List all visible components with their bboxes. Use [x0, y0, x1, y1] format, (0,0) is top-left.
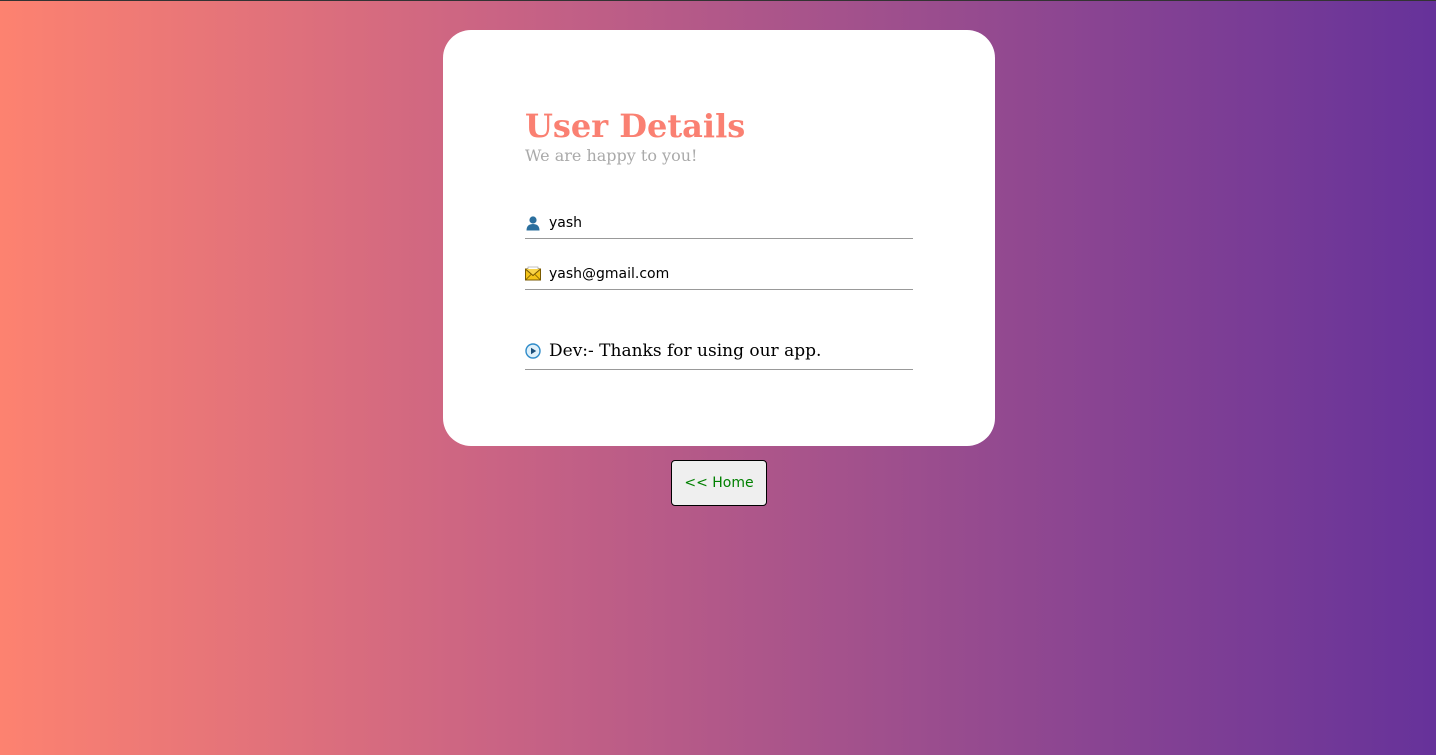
user-icon	[525, 215, 541, 231]
page-subtitle: We are happy to you!	[525, 146, 698, 165]
user-details-card: User Details We are happy to you! yash y…	[443, 30, 995, 446]
email-value: yash@gmail.com	[549, 265, 670, 282]
play-circle-icon	[525, 342, 541, 359]
name-value: yash	[549, 215, 583, 231]
name-field: yash	[525, 208, 913, 239]
message-value: Dev:- Thanks for using our app.	[549, 340, 822, 361]
email-field: yash@gmail.com	[525, 258, 913, 290]
page-title: User Details	[525, 107, 746, 145]
home-button[interactable]: << Home	[671, 460, 767, 506]
envelope-icon	[525, 266, 541, 282]
message-field: Dev:- Thanks for using our app.	[525, 332, 913, 370]
